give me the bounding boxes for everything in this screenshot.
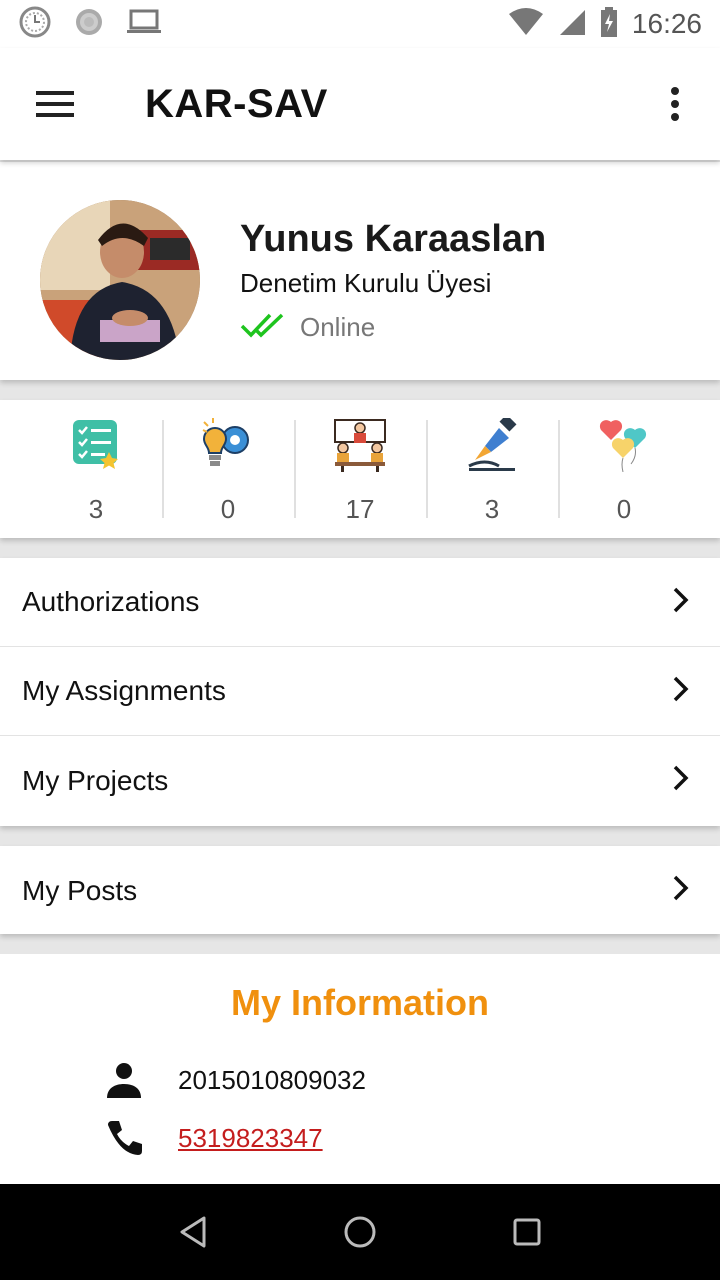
chevron-right-icon	[672, 764, 690, 797]
stat-value: 0	[220, 494, 236, 524]
hamburger-menu-icon[interactable]	[0, 48, 112, 160]
heart-balloons-icon	[597, 418, 651, 473]
menu-item-my-posts[interactable]: My Posts	[0, 846, 720, 935]
menu-item-my-projects[interactable]: My Projects	[0, 736, 720, 825]
stat-value: 17	[345, 494, 375, 524]
stat-writings[interactable]: 3	[426, 400, 558, 538]
app-title: KAR-SAV	[145, 81, 328, 126]
checklist-star-icon	[69, 418, 123, 472]
stat-value: 3	[484, 494, 500, 524]
person-icon	[104, 1060, 144, 1100]
chevron-right-icon	[672, 874, 690, 907]
stats-card: 3 0 17 3 0	[0, 400, 720, 538]
menu-item-my-assignments[interactable]: My Assignments	[0, 647, 720, 736]
clock-icon	[18, 5, 52, 44]
stat-meetings[interactable]: 17	[294, 400, 426, 538]
meeting-team-icon	[333, 418, 387, 472]
stat-likes[interactable]: 0	[558, 400, 690, 538]
menu-group-main: Authorizations My Assignments My Project…	[0, 558, 720, 826]
profile-role: Denetim Kurulu Üyesi	[240, 268, 492, 298]
id-number: 2015010809032	[178, 1064, 366, 1095]
status-bar: 16:26	[0, 0, 720, 48]
system-nav-bar	[0, 1184, 720, 1280]
menu-item-label: My Assignments	[22, 675, 226, 706]
more-vert-icon[interactable]	[630, 48, 720, 160]
status-label: Online	[300, 312, 376, 342]
stat-value: 3	[88, 494, 104, 524]
screen: 16:26 KAR-SAV Yunus Karaaslan Denetim Ku…	[0, 0, 720, 1280]
phone-icon	[104, 1118, 144, 1158]
avatar[interactable]	[40, 200, 200, 360]
stat-value: 0	[616, 494, 632, 524]
info-id-row: 2015010809032	[104, 1060, 366, 1100]
stat-tasks[interactable]: 3	[30, 400, 162, 538]
status-time: 16:26	[631, 8, 702, 39]
menu-item-label: My Posts	[22, 874, 138, 906]
wifi-icon	[508, 7, 544, 41]
lightbulb-gear-icon	[201, 418, 255, 472]
profile-name: Yunus Karaaslan	[240, 218, 547, 260]
back-triangle-icon[interactable]	[163, 1202, 223, 1262]
pen-nib-icon	[465, 414, 519, 472]
online-status: Online	[240, 312, 375, 343]
info-phone-row: 5319823347	[104, 1118, 323, 1158]
profile-card: Yunus Karaaslan Denetim Kurulu Üyesi Onl…	[0, 162, 720, 380]
menu-item-label: Authorizations	[22, 586, 200, 617]
laptop-icon	[126, 8, 162, 41]
app-bar: KAR-SAV	[0, 48, 720, 160]
my-information-section: My Information 2015010809032 5319823347	[0, 954, 720, 1214]
signal-icon	[558, 8, 586, 41]
menu-item-label: My Projects	[22, 764, 169, 796]
chevron-right-icon	[672, 586, 690, 619]
settings-circle-icon	[74, 7, 104, 42]
chevron-right-icon	[672, 675, 690, 708]
section-title: My Information	[231, 982, 489, 1023]
home-circle-icon[interactable]	[330, 1202, 390, 1262]
recents-square-icon[interactable]	[497, 1202, 557, 1262]
double-check-icon	[240, 312, 286, 343]
phone-link[interactable]: 5319823347	[178, 1123, 323, 1154]
stat-ideas[interactable]: 0	[162, 400, 294, 538]
menu-group-posts: My Posts	[0, 846, 720, 934]
menu-item-authorizations[interactable]: Authorizations	[0, 558, 720, 647]
battery-charging-icon	[600, 6, 618, 42]
